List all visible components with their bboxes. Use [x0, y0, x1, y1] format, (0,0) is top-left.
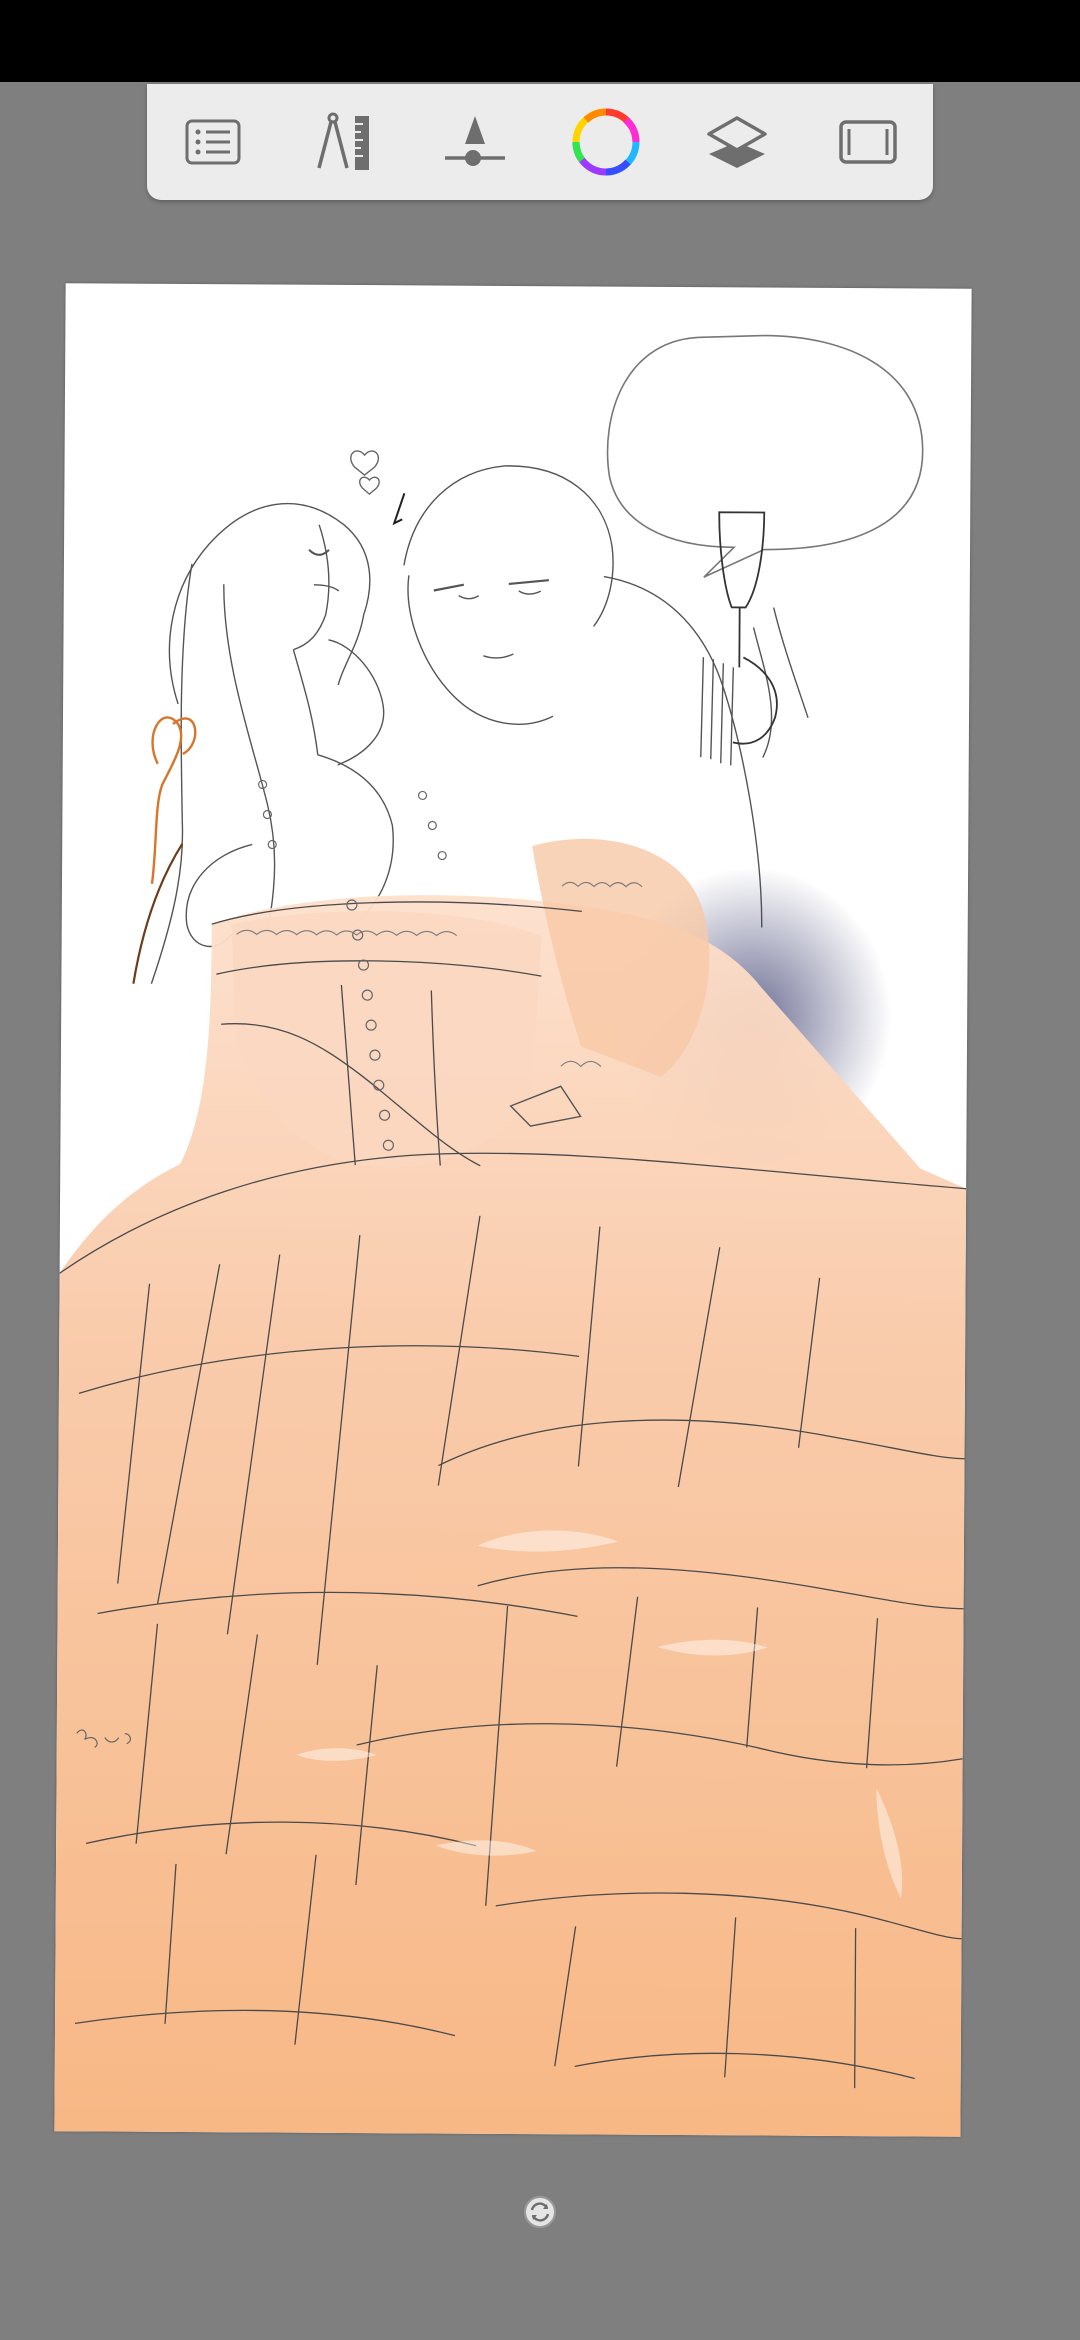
color-wheel-icon	[572, 108, 639, 176]
list-menu-icon	[185, 119, 240, 165]
ruler-compass-icon	[316, 112, 369, 170]
ruler-button[interactable]	[301, 99, 387, 185]
rotate-canvas-button[interactable]	[522, 2194, 558, 2230]
brush-button[interactable]	[432, 99, 518, 185]
canvas-frame-icon	[838, 120, 897, 164]
brush-size-icon	[444, 116, 505, 166]
drawing-canvas[interactable]	[54, 283, 972, 2137]
color-button[interactable]	[563, 99, 649, 185]
menu-button[interactable]	[170, 99, 256, 185]
rotate-canvas-icon	[524, 2196, 556, 2228]
top-toolbar	[147, 84, 933, 200]
hearts-doodle	[350, 450, 406, 526]
canvas-surface[interactable]	[54, 283, 972, 2137]
status-bar	[0, 0, 1080, 82]
layers-icon	[706, 116, 767, 168]
speech-bubble	[606, 334, 924, 578]
layers-button[interactable]	[694, 99, 780, 185]
artwork-sketch	[54, 334, 967, 2137]
canvas-button[interactable]	[825, 99, 911, 185]
